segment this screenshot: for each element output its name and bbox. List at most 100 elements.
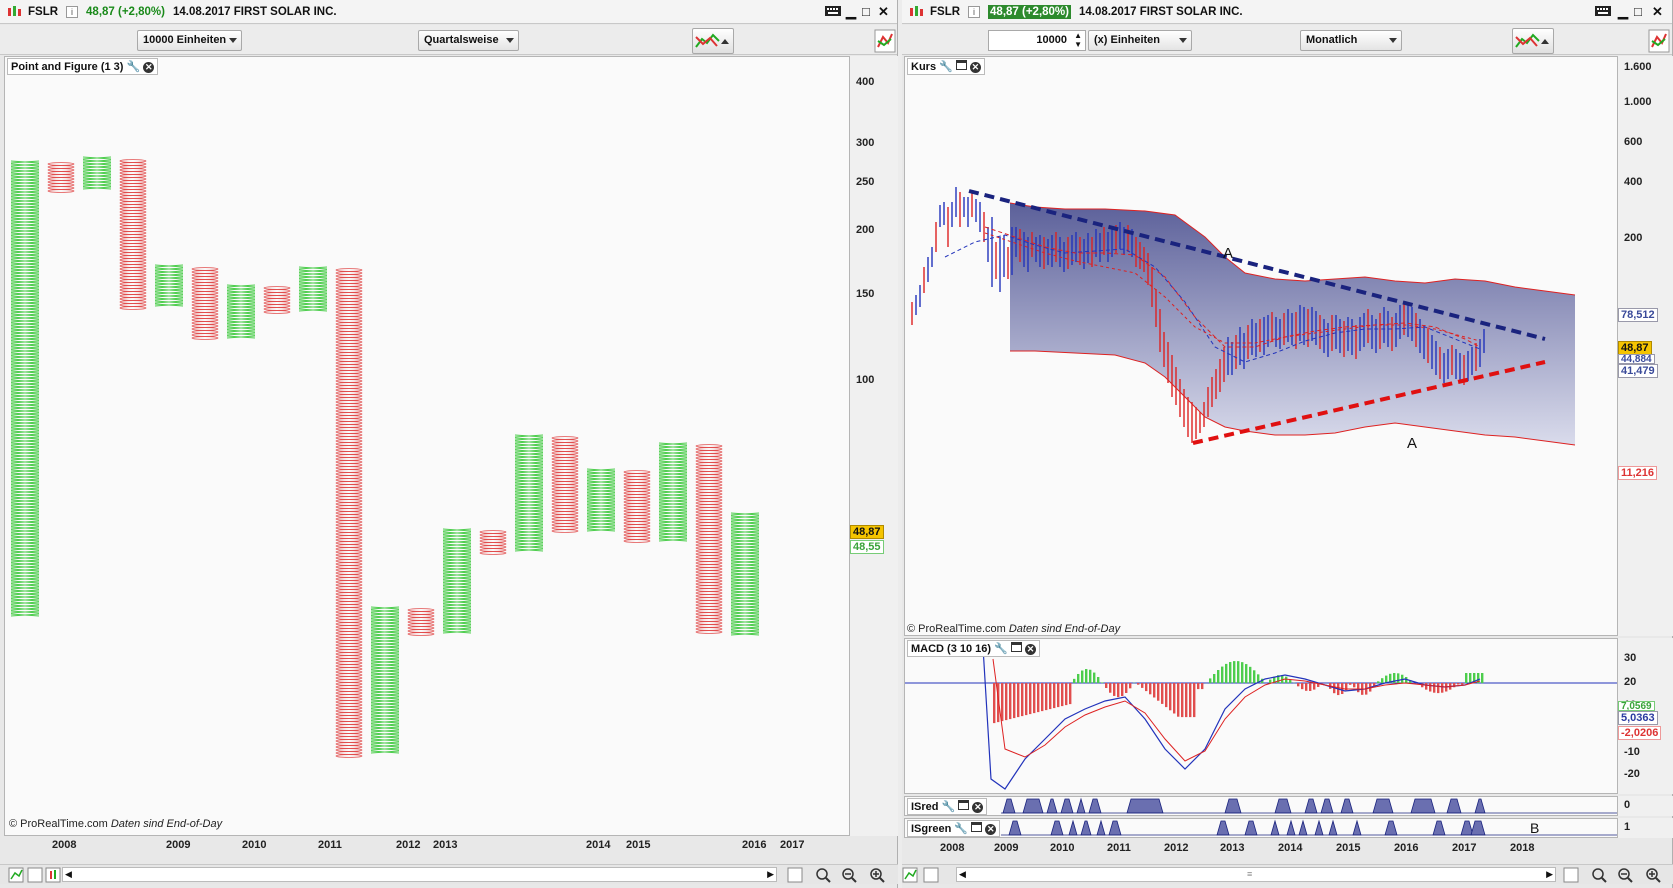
macd-histogram-bar [1077,673,1080,684]
stepper-icon[interactable]: ▲ ▼ [1074,31,1082,49]
scroll-grip-icon[interactable]: ≡ [1247,869,1252,879]
pnf-panel-label: Point and Figure (1 3) [11,61,124,73]
pnf-o-column [623,470,651,543]
horizontal-scrollbar[interactable]: ◀ ▶ [62,867,777,882]
wrench-icon[interactable]: 🔧 [994,643,1008,655]
pnf-panel-tag[interactable]: Point and Figure (1 3) 🔧 ✕ [7,58,159,75]
zoom-controls[interactable] [1562,865,1672,885]
copyright-label: © ProRealTime.com Daten sind End-of-Day [9,818,222,830]
wrench-icon[interactable]: 🔧 [942,801,956,813]
isgreen-axis: 1 [1618,818,1673,838]
macd-histogram-bar [1217,670,1220,684]
maximize-icon[interactable]: □ [1634,4,1642,19]
step-segment [1244,820,1258,836]
pnf-chart-area[interactable]: Point and Figure (1 3) 🔧 ✕ © ProRealTime… [4,56,850,836]
wrench-icon[interactable]: 🔧 [127,61,141,73]
symbol-label[interactable]: FSLR [28,6,58,18]
isred-panel-tag[interactable]: ISred 🔧 ✕ [907,798,988,815]
units-input[interactable]: 10000 ▲ ▼ [988,30,1086,51]
minimize-icon[interactable]: ▁ [1618,4,1628,20]
chevron-down-icon [1389,38,1397,43]
isred-panel[interactable]: ISred 🔧 ✕ [904,796,1618,816]
scroll-right-icon[interactable]: ▶ [1546,869,1553,880]
macd-histogram-bar [1013,683,1016,719]
window-icon[interactable] [971,822,983,832]
window-icon[interactable] [955,60,967,70]
macd-histogram-bar [1305,683,1308,691]
macd-histogram-bar [1017,683,1020,718]
isgreen-panel[interactable]: ISgreen 🔧 ✕ B [904,818,1618,838]
scroll-right-icon[interactable]: ▶ [767,869,774,880]
units-dropdown[interactable]: (x) Einheiten [1088,30,1192,51]
period-dropdown[interactable]: Monatlich [1300,30,1402,51]
macd-histogram-bar [1385,675,1388,684]
scroll-left-icon[interactable]: ◀ [65,869,72,880]
indicator-icon[interactable] [1648,29,1670,53]
macd-histogram-bar [1053,683,1056,709]
macd-histogram-bar [1145,683,1148,692]
chart-tools-icons[interactable] [902,866,942,884]
chart-tools-icons[interactable] [8,866,64,884]
step-segment [1352,819,1362,836]
close-circle-icon[interactable]: ✕ [985,824,997,835]
close-circle-icon[interactable]: ✕ [972,802,984,813]
macd-histogram-bar [1117,683,1120,698]
keyboard-icon[interactable] [824,4,842,18]
left-time-axis: 2008 2009 2010 2011 2012 2013 2014 2015 … [4,836,850,858]
macd-panel-tag[interactable]: MACD (3 10 16) 🔧 ✕ [907,640,1040,657]
macd-histogram-bar [1441,683,1444,693]
macd-histogram-bar [1173,683,1176,714]
date-name: 14.08.2017 FIRST SOLAR INC. [1079,5,1243,18]
wrench-icon[interactable]: 🔧 [939,61,953,73]
macd-panel-label: MACD (3 10 16) [911,643,992,655]
close-icon[interactable]: ✕ [1652,4,1663,20]
close-circle-icon[interactable]: ✕ [143,62,155,73]
indicator-icon[interactable] [874,29,896,53]
price-panel-tag[interactable]: Kurs 🔧 ✕ [907,58,985,75]
keyboard-icon[interactable] [1594,4,1612,18]
isred-steps [1002,797,1486,814]
macd-histogram-bar [1169,683,1172,711]
window-icon[interactable] [958,800,970,810]
info-icon[interactable]: i [66,5,79,18]
info-icon[interactable]: i [968,5,981,18]
isgreen-panel-tag[interactable]: ISgreen 🔧 ✕ [907,820,1001,837]
units-dropdown[interactable]: 10000 Einheiten [137,30,242,51]
symbol-label[interactable]: FSLR [930,6,960,18]
period-dropdown[interactable]: Quartalsweise [418,30,519,51]
price-panel-label: Kurs [911,61,937,73]
trendline-annotation-top: A [1223,245,1234,262]
macd-histogram-bar [1069,683,1072,705]
horizontal-scrollbar[interactable]: ◀ ≡ ▶ [956,867,1556,882]
macd-histogram-bar [1073,678,1076,684]
window-icon[interactable] [1010,642,1022,652]
macd-panel[interactable]: MACD (3 10 16) 🔧 ✕ [904,638,1618,794]
time-axis-label: 2012 [1164,842,1189,854]
macd-histogram-bar [1001,683,1004,722]
macd-signal-line [992,658,1481,762]
candlestick-icon [910,5,923,16]
wrench-icon[interactable]: 🔧 [954,823,968,835]
macd-histogram-bar [1253,670,1256,684]
macd-histogram-bar [1109,683,1112,693]
minimize-icon[interactable]: ▁ [846,4,856,20]
close-circle-icon[interactable]: ✕ [1024,644,1036,655]
macd-histogram-bar [1129,683,1132,689]
step-segment [1270,819,1280,836]
close-icon[interactable]: ✕ [878,4,889,20]
pnf-x-column [226,284,256,339]
price-chart-area[interactable]: Kurs 🔧 ✕ A A © ProRealTime.com Daten sin… [904,56,1618,636]
time-axis-label: 2013 [1220,842,1245,854]
zoom-controls[interactable] [786,865,896,885]
time-axis-label: 2011 [1107,842,1131,854]
close-circle-icon[interactable]: ✕ [969,62,981,73]
chart-type-button[interactable] [692,28,734,54]
step-segment [1080,820,1092,836]
scroll-left-icon[interactable]: ◀ [959,869,966,880]
macd-histogram-bar [1461,683,1464,685]
chart-type-button[interactable] [1512,28,1554,54]
maximize-icon[interactable]: □ [862,4,870,19]
lower-band-box: 11,216 [1618,466,1658,480]
pnf-o-column [479,530,507,555]
mid-band-box-2: 41,479 [1618,364,1658,378]
